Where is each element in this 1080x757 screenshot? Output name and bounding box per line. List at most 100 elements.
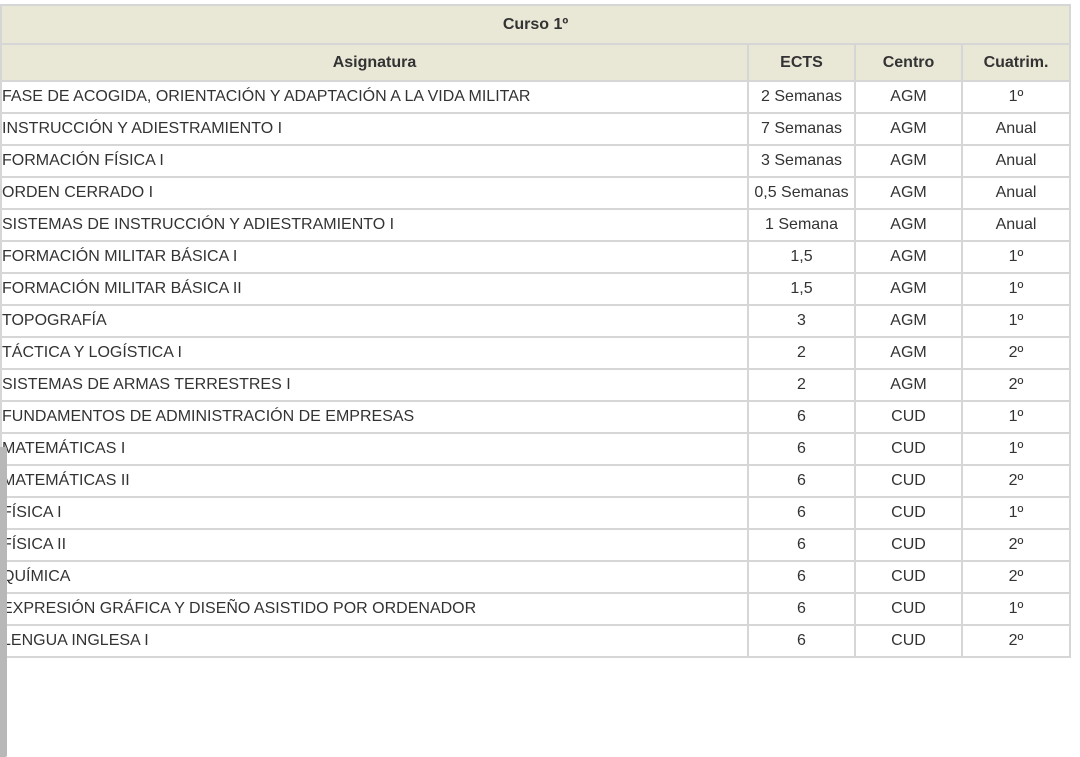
table-body: FASE DE ACOGIDA, ORIENTACIÓN Y ADAPTACIÓ… [0,80,1072,658]
cell-term: 2º [960,368,1072,402]
scrollbar[interactable] [0,447,7,757]
cell-center: CUD [854,560,963,594]
table-row: LENGUA INGLESA I 6 CUD 2º [0,624,1072,658]
cell-center: CUD [854,400,963,434]
cell-ects: 6 [747,560,856,594]
table-row: FORMACIÓN MILITAR BÁSICA I 1,5 AGM 1º [0,240,1072,274]
cell-subject: FUNDAMENTOS DE ADMINISTRACIÓN DE EMPRESA… [0,400,749,434]
column-header-center: Centro [854,43,963,82]
cell-subject: SISTEMAS DE INSTRUCCIÓN Y ADIESTRAMIENTO… [0,208,749,242]
cell-center: CUD [854,464,963,498]
cell-subject: QUÍMICA [0,560,749,594]
cell-term: 2º [960,528,1072,562]
column-header-subject: Asignatura [0,43,749,82]
cell-term: 2º [960,560,1072,594]
table-row: TOPOGRAFÍA 3 AGM 1º [0,304,1072,338]
cell-term: 2º [960,464,1072,498]
cell-center: AGM [854,368,963,402]
cell-subject: FÍSICA II [0,528,749,562]
cell-ects: 1 Semana [747,208,856,242]
table-row: ORDEN CERRADO I 0,5 Semanas AGM Anual [0,176,1072,210]
cell-term: 1º [960,592,1072,626]
cell-center: AGM [854,304,963,338]
cell-term: Anual [960,176,1072,210]
cell-ects: 6 [747,624,856,658]
cell-center: CUD [854,624,963,658]
cell-center: AGM [854,112,963,146]
cell-ects: 1,5 [747,272,856,306]
cell-subject: MATEMÁTICAS I [0,432,749,466]
cell-subject: FORMACIÓN MILITAR BÁSICA I [0,240,749,274]
cell-ects: 6 [747,592,856,626]
table-row: MATEMÁTICAS II 6 CUD 2º [0,464,1072,498]
cell-center: AGM [854,272,963,306]
cell-center: CUD [854,432,963,466]
cell-subject: FORMACIÓN MILITAR BÁSICA II [0,272,749,306]
cell-ects: 0,5 Semanas [747,176,856,210]
cell-subject: FASE DE ACOGIDA, ORIENTACIÓN Y ADAPTACIÓ… [0,80,749,114]
cell-subject: MATEMÁTICAS II [0,464,749,498]
curriculum-table: Curso 1º Asignatura ECTS Centro Cuatrim.… [0,4,1072,658]
table-row: FÍSICA I 6 CUD 1º [0,496,1072,530]
cell-center: CUD [854,528,963,562]
cell-term: 2º [960,624,1072,658]
table-row: FUNDAMENTOS DE ADMINISTRACIÓN DE EMPRESA… [0,400,1072,434]
cell-ects: 6 [747,464,856,498]
cell-term: 1º [960,496,1072,530]
cell-term: Anual [960,144,1072,178]
cell-term: 2º [960,336,1072,370]
course-title-row: Curso 1º [0,4,1072,45]
cell-center: AGM [854,176,963,210]
cell-ects: 3 [747,304,856,338]
table-row: INSTRUCCIÓN Y ADIESTRAMIENTO I7 Semanas A… [0,112,1072,146]
table-row: FORMACIÓN MILITAR BÁSICA II 1,5 AGM 1º [0,272,1072,306]
column-header-term: Cuatrim. [960,43,1072,82]
cell-term: Anual [960,208,1072,242]
cell-ects: 6 [747,528,856,562]
cell-ects: 7 Semanas [747,112,856,146]
column-header-ects: ECTS [747,43,856,82]
cell-center: AGM [854,80,963,114]
table-row: FASE DE ACOGIDA, ORIENTACIÓN Y ADAPTACIÓ… [0,80,1072,114]
cell-subject: TOPOGRAFÍA [0,304,749,338]
cell-center: AGM [854,336,963,370]
table-row: MATEMÁTICAS I 6 CUD 1º [0,432,1072,466]
cell-ects: 2 [747,368,856,402]
cell-ects: 3 Semanas [747,144,856,178]
cell-subject: LENGUA INGLESA I [0,624,749,658]
cell-term: 1º [960,80,1072,114]
cell-subject: INSTRUCCIÓN Y ADIESTRAMIENTO I [0,112,749,146]
cell-ects: 2 Semanas [747,80,856,114]
cell-subject: ORDEN CERRADO I [0,176,749,210]
cell-term: 1º [960,304,1072,338]
cell-subject: FÍSICA I [0,496,749,530]
table-row: TÁCTICA Y LOGÍSTICA I 2 AGM 2º [0,336,1072,370]
cell-center: CUD [854,496,963,530]
cell-ects: 2 [747,336,856,370]
cell-term: 1º [960,240,1072,274]
cell-subject: EXPRESIÓN GRÁFICA Y DISEÑO ASISTIDO POR … [0,592,749,626]
cell-term: Anual [960,112,1072,146]
cell-ects: 6 [747,400,856,434]
column-header-row: Asignatura ECTS Centro Cuatrim. [0,43,1072,82]
table-row: SISTEMAS DE ARMAS TERRESTRES I 2 AGM 2º [0,368,1072,402]
cell-center: AGM [854,240,963,274]
page: Curso 1º Asignatura ECTS Centro Cuatrim.… [0,0,1080,757]
cell-center: CUD [854,592,963,626]
table-row: QUÍMICA 6 CUD 2º [0,560,1072,594]
table-row: SISTEMAS DE INSTRUCCIÓN Y ADIESTRAMIENTO… [0,208,1072,242]
table-row: EXPRESIÓN GRÁFICA Y DISEÑO ASISTIDO POR … [0,592,1072,626]
cell-center: AGM [854,144,963,178]
cell-term: 1º [960,272,1072,306]
cell-subject: TÁCTICA Y LOGÍSTICA I [0,336,749,370]
cell-ects: 6 [747,496,856,530]
cell-subject: SISTEMAS DE ARMAS TERRESTRES I [0,368,749,402]
cell-term: 1º [960,400,1072,434]
course-title: Curso 1º [0,4,1072,45]
cell-subject: FORMACIÓN FÍSICA I [0,144,749,178]
cell-term: 1º [960,432,1072,466]
table-row: FÍSICA II 6 CUD 2º [0,528,1072,562]
table-row: FORMACIÓN FÍSICA I3 Semanas AGM Anual [0,144,1072,178]
cell-center: AGM [854,208,963,242]
cell-ects: 6 [747,432,856,466]
